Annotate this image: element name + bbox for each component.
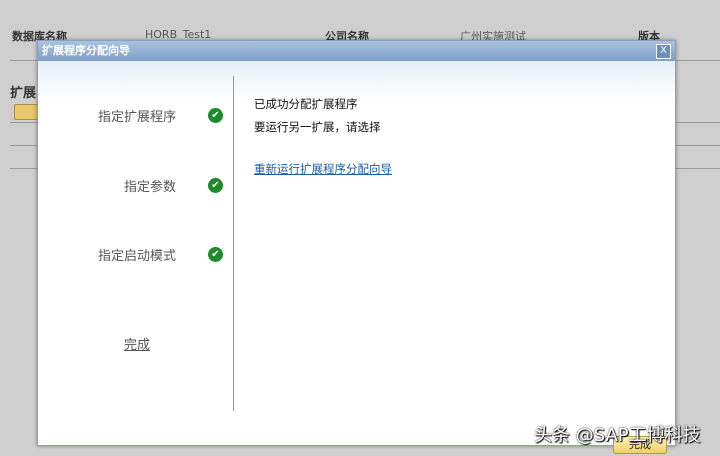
check-icon: ✔ [208, 178, 223, 193]
check-icon: ✔ [208, 247, 223, 262]
step-complete: 完成 [124, 338, 151, 353]
section-title: 扩展 [10, 86, 37, 101]
step-specify-extension: 指定扩展程序 [97, 110, 176, 125]
step-specify-parameters: 指定参数 [123, 180, 176, 195]
step-startup-mode: 指定启动模式 [97, 249, 176, 264]
wizard-dialog: 扩展程序分配向导 X 指定扩展程序 ✔ 指定参数 ✔ 指定启动模式 ✔ 完成 已… [37, 40, 676, 454]
dialog-title: 扩展程序分配向导 [38, 41, 675, 61]
instruction-message: 要运行另一扩展，请选择 [254, 120, 381, 134]
divider [233, 76, 234, 411]
success-message: 已成功分配扩展程序 [254, 97, 358, 111]
check-icon: ✔ [208, 108, 223, 123]
close-icon[interactable]: X [656, 44, 671, 59]
watermark: 头条 @SAP工博科技 [534, 425, 701, 446]
rerun-wizard-link[interactable]: 重新运行扩展程序分配向导 [254, 161, 392, 177]
